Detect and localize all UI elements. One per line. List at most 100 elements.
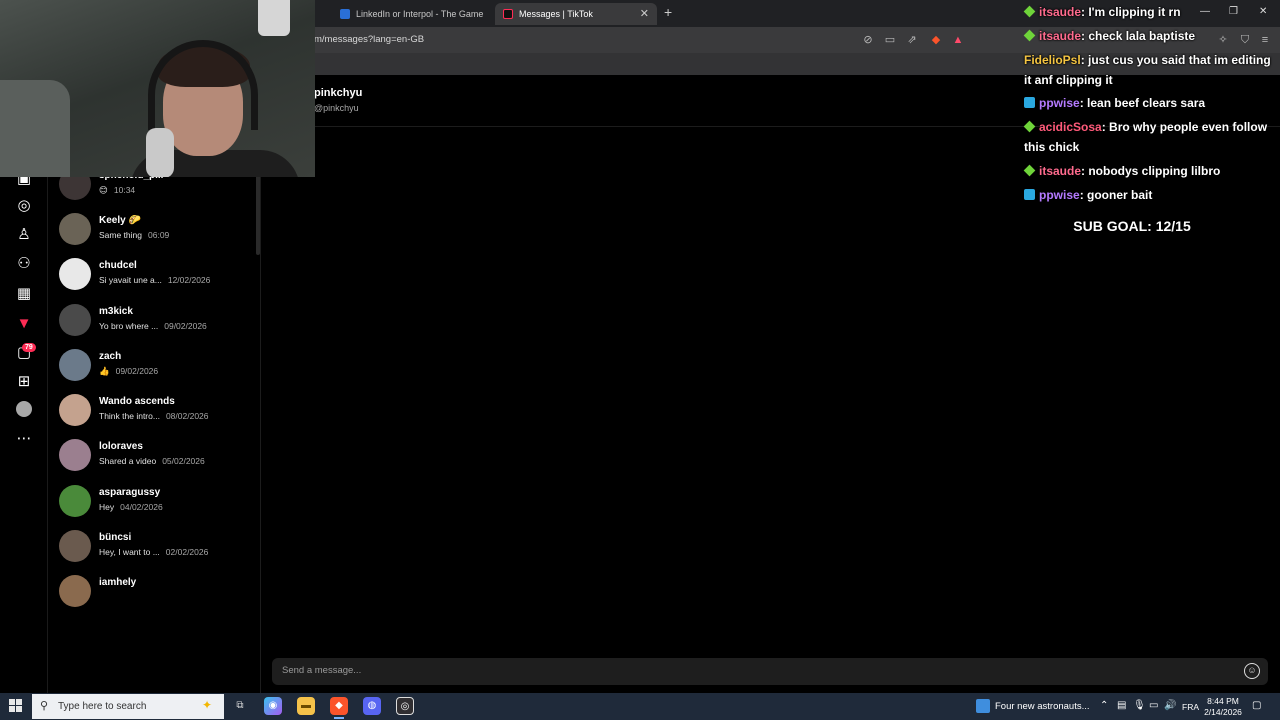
conversation-time: 02/02/2026 bbox=[165, 547, 209, 557]
tray-app-icon[interactable]: ▤ bbox=[1117, 700, 1126, 711]
conversation-preview bbox=[99, 592, 105, 602]
tray-chevron-icon[interactable]: ⌃ bbox=[1100, 700, 1108, 711]
language-indicator[interactable]: FRA bbox=[1182, 702, 1199, 712]
following-icon[interactable]: ♙ bbox=[14, 225, 34, 245]
chat-text: : nobodys clipping lilbro bbox=[1081, 164, 1221, 178]
sub-badge-icon bbox=[1023, 29, 1036, 42]
chat-message: ppwise: lean beef clears sara bbox=[1024, 93, 1280, 113]
new-tab-button[interactable]: + bbox=[664, 4, 672, 20]
reader-icon[interactable]: ⊘ bbox=[861, 33, 875, 47]
conversation-name: chudcel bbox=[99, 260, 137, 271]
search-icon: ⚲ bbox=[40, 700, 49, 712]
preview-text: Hey, I want to ... bbox=[99, 547, 160, 557]
task-view-icon[interactable]: ⧉ bbox=[231, 697, 249, 715]
conversation-name: asparagussy bbox=[99, 487, 161, 498]
chat-username: itsaude bbox=[1039, 5, 1082, 19]
url-field[interactable]: m/messages?lang=en-GB bbox=[314, 34, 424, 45]
clock-time: 8:44 PM bbox=[1207, 696, 1239, 706]
chat-message: acidicSosa: Bro why people even follow t… bbox=[1023, 117, 1280, 157]
live-icon[interactable]: ▦ bbox=[14, 284, 34, 304]
conversation-name: büncsi bbox=[99, 532, 132, 543]
conversation-item[interactable]: asparagussy Hey 04/02/2026 bbox=[48, 483, 258, 527]
brave-shield-icon[interactable]: ◆ bbox=[929, 33, 943, 47]
conversation-name: loloraves bbox=[99, 441, 143, 452]
obs-icon[interactable]: ◎ bbox=[396, 697, 414, 715]
taskbar-clock[interactable]: 8:44 PM 2/14/2026 bbox=[1200, 696, 1246, 718]
tiktok-favicon-icon bbox=[503, 9, 513, 19]
mic-icon[interactable]: 🎙 bbox=[1133, 700, 1146, 711]
brave-rewards-icon[interactable]: ▲ bbox=[951, 33, 965, 47]
volume-icon[interactable]: 🔊 bbox=[1164, 700, 1176, 711]
activity-icon[interactable]: ▼ bbox=[14, 314, 34, 334]
avatar bbox=[59, 530, 91, 562]
brave-browser-icon[interactable]: ◆ bbox=[330, 697, 348, 719]
conversation-name: zach bbox=[99, 351, 122, 362]
chat-message: FidelioPsl: just cus you said that im ed… bbox=[1024, 50, 1280, 90]
conversation-name: iamhely bbox=[99, 577, 137, 588]
cast-icon[interactable]: ▭ bbox=[883, 33, 897, 47]
chat-username: ppwise bbox=[1039, 96, 1080, 110]
taskbar-search[interactable]: ⚲ Type here to search ✦ bbox=[32, 694, 224, 719]
conversation-item[interactable]: büncsi Hey, I want to ... 02/02/2026 bbox=[48, 528, 258, 572]
conversation-item[interactable]: loloraves Shared a video 05/02/2026 bbox=[48, 437, 258, 481]
network-icon[interactable]: ▭ bbox=[1149, 700, 1158, 711]
conversation-preview: Hey, I want to ... 02/02/2026 bbox=[99, 547, 208, 557]
conversation-item[interactable]: Keely 🌮 Same thing 06:09 bbox=[48, 211, 258, 255]
discord-icon[interactable]: ◍ bbox=[363, 697, 381, 715]
preview-text: Hey bbox=[99, 502, 115, 512]
chat-username: ppwise bbox=[1039, 188, 1080, 202]
notifications-icon[interactable]: ▢ bbox=[1252, 700, 1261, 711]
message-composer[interactable]: Send a message... ☺ bbox=[272, 658, 1268, 685]
conversation-preview: Shared a video 05/02/2026 bbox=[99, 456, 205, 466]
close-tab-icon[interactable]: ✕ bbox=[640, 7, 649, 20]
conversation-item[interactable]: zach 👍 09/02/2026 bbox=[48, 347, 258, 391]
avatar bbox=[59, 213, 91, 245]
chat-username: acidicSosa bbox=[1039, 120, 1102, 134]
news-widget[interactable]: Four new astronauts... bbox=[995, 701, 1090, 712]
chat-text: : I'm clipping it rn bbox=[1081, 5, 1181, 19]
chat-username: itsaude bbox=[1039, 29, 1082, 43]
chat-message: itsaude: check lala baptiste bbox=[1023, 26, 1280, 46]
chat-text: : gooner bait bbox=[1079, 188, 1153, 202]
chat-recipient-handle: @pinkchyu bbox=[314, 103, 359, 113]
background-cloth bbox=[0, 80, 70, 177]
conversation-name: m3kick bbox=[99, 306, 133, 317]
preview-text: 😊 bbox=[99, 185, 108, 195]
background-bottle bbox=[258, 0, 290, 36]
explore-icon[interactable]: ◎ bbox=[14, 196, 34, 216]
file-explorer-icon[interactable]: ▬ bbox=[297, 697, 315, 715]
avatar bbox=[59, 258, 91, 290]
copilot-icon[interactable]: ◉ bbox=[264, 697, 282, 715]
tab-label: Messages | TikTok bbox=[519, 9, 593, 19]
chat-username: FidelioPsl bbox=[1024, 53, 1081, 67]
upload-icon[interactable]: ⊞ bbox=[14, 372, 34, 392]
conversation-time: 06:09 bbox=[148, 230, 170, 240]
browser-tab-linkedin[interactable]: LinkedIn or Interpol - The Game bbox=[332, 3, 492, 25]
conversation-preview: 👍 09/02/2026 bbox=[99, 366, 158, 377]
share-icon[interactable]: ⇗ bbox=[905, 33, 919, 47]
windows-start-icon[interactable] bbox=[9, 699, 23, 713]
news-icon bbox=[976, 699, 990, 713]
message-input[interactable]: Send a message... bbox=[282, 665, 361, 676]
friends-icon[interactable]: ⚇ bbox=[14, 254, 34, 274]
conversation-item[interactable]: iamhely bbox=[48, 573, 258, 617]
conversation-preview: Same thing 06:09 bbox=[99, 230, 169, 240]
preview-text: Same thing bbox=[99, 230, 142, 240]
conversation-name: Keely 🌮 bbox=[99, 215, 141, 226]
conversation-preview: Hey 04/02/2026 bbox=[99, 502, 163, 512]
browser-tab-tiktok[interactable]: Messages | TikTok ✕ bbox=[495, 3, 657, 25]
emoji-icon[interactable]: ☺ bbox=[1244, 663, 1260, 679]
profile-avatar[interactable] bbox=[14, 401, 34, 421]
chat-recipient-name[interactable]: pinkchyu bbox=[314, 87, 362, 99]
conversation-item[interactable]: chudcel Si yavait une a... 12/02/2026 bbox=[48, 256, 258, 300]
chat-username: itsaude bbox=[1039, 164, 1082, 178]
conversation-item[interactable]: Wando ascends Think the intro... 08/02/202… bbox=[48, 392, 258, 436]
more-icon[interactable]: ⋯ bbox=[14, 429, 34, 449]
conversation-item[interactable]: m3kick Yo bro where ... 09/02/2026 bbox=[48, 302, 258, 346]
conversation-scrollbar[interactable] bbox=[256, 175, 260, 255]
webcam-overlay bbox=[0, 0, 315, 177]
conversation-preview: Think the intro... 08/02/2026 bbox=[99, 411, 209, 421]
conversation-time: 05/02/2026 bbox=[162, 456, 205, 466]
conversation-time: 09/02/2026 bbox=[115, 366, 159, 376]
conversation-time: 09/02/2026 bbox=[164, 321, 207, 331]
